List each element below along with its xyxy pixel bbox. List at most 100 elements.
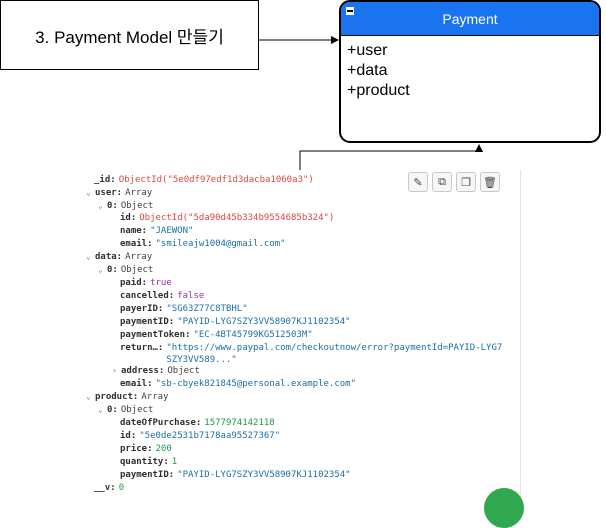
json-value: ObjectId("5e0df97edf1d3dacba1060a3") (118, 175, 314, 185)
edit-button[interactable]: ✎ (408, 172, 428, 192)
class-field-product: +product (347, 82, 410, 99)
json-row[interactable]: ⌄ 0: Object (98, 404, 153, 416)
json-row[interactable]: › address: Object (112, 365, 200, 377)
class-header: Payment (341, 2, 599, 36)
collapse-chevron-icon[interactable]: ⌄ (98, 404, 107, 416)
clone-icon: ❐ (461, 176, 471, 189)
json-row[interactable]: email: "sb-cbyek821845@personal.example.c… (120, 378, 356, 390)
json-value: ObjectId("5da90d45b334b9554685b324") (139, 213, 335, 223)
json-row[interactable]: payerID: "SG63Z77C8TBHL" (120, 303, 248, 315)
collapse-chevron-icon[interactable]: ⌄ (98, 264, 107, 276)
json-key: address: (121, 366, 165, 376)
json-key: paymentID: (120, 317, 175, 327)
json-value: "PAYID-LYG7SZY3VV58907KJ1102354" (177, 317, 351, 327)
json-row[interactable]: email: "smileajw1004@gmail.com" (120, 238, 286, 250)
edit-icon: ✎ (413, 176, 423, 189)
json-value: 1 (171, 457, 178, 467)
json-value: 1577974142118 (204, 418, 275, 428)
scrollbar[interactable] (520, 170, 521, 500)
json-key: _id: (94, 175, 116, 185)
json-row[interactable]: _id: ObjectId("5e0df97edf1d3dacba1060a3") (94, 174, 314, 186)
clone-button[interactable]: ❐ (456, 172, 476, 192)
viewer-to-class-arrow (299, 144, 483, 172)
class-title: Payment (442, 10, 498, 27)
json-value: "https://www.paypal.com/checkoutnow/erro… (166, 343, 503, 353)
json-row[interactable]: id: "5e0de2531b7178aa95527367" (120, 430, 280, 442)
json-row[interactable]: paymentID: "PAYID-LYG7SZY3VV58907KJ110235… (120, 316, 351, 328)
json-row[interactable]: cancelled: false (120, 290, 204, 302)
class-field-data: +data (347, 62, 388, 79)
json-key: return…: (120, 343, 164, 353)
json-key: 0: (107, 405, 118, 415)
json-value: Array (141, 392, 169, 402)
collapse-chevron-icon[interactable]: ⌄ (98, 200, 107, 212)
json-row[interactable]: paymentID: "PAYID-LYG7SZY3VV58907KJ110235… (120, 469, 351, 481)
json-key: payerID: (120, 304, 164, 314)
class-field-user: +user (347, 42, 388, 59)
expand-icon[interactable]: › (112, 365, 121, 377)
json-key: price: (120, 444, 153, 454)
collapse-chevron-icon[interactable]: ⌄ (86, 187, 95, 199)
copy-button[interactable]: ⧉ (432, 172, 452, 192)
collapse-chevron-icon[interactable]: ⌄ (86, 251, 95, 263)
json-key: quantity: (120, 457, 169, 467)
json-key: user: (95, 188, 123, 198)
json-value-continuation: SZY3VV589..." (166, 355, 237, 365)
json-row[interactable]: quantity: 1 (120, 456, 177, 468)
json-value: false (177, 291, 205, 301)
json-value: 0 (118, 483, 125, 493)
collapse-icon[interactable] (345, 6, 355, 16)
json-row[interactable]: ⌄ data: Array (86, 251, 152, 263)
json-value: "SG63Z77C8TBHL" (166, 304, 248, 314)
json-key: 0: (107, 201, 118, 211)
json-value: Object (167, 366, 200, 376)
json-key: cancelled: (120, 291, 175, 301)
step-label: 3. Payment Model 만들기 (35, 27, 224, 47)
json-key: data: (95, 252, 123, 262)
json-key: paymentToken: (120, 330, 191, 340)
collapse-chevron-icon[interactable]: ⌄ (86, 391, 95, 403)
json-value: "EC-4BT45799KG512503M" (193, 330, 313, 340)
json-row[interactable]: paid: true (120, 277, 172, 289)
json-document-viewer: _id: ObjectId("5e0df97edf1d3dacba1060a3")… (84, 170, 520, 500)
green-action-button[interactable] (484, 488, 524, 528)
copy-icon: ⧉ (438, 175, 446, 188)
json-key: 0: (107, 265, 118, 275)
json-key: email: (120, 239, 153, 249)
json-key: paid: (120, 278, 148, 288)
json-row[interactable]: ⌄ product: Array (86, 391, 168, 403)
json-row[interactable]: ⌄ 0: Object (98, 200, 153, 212)
json-row[interactable]: ⌄ user: Array (86, 187, 152, 199)
delete-icon: 🗑 (483, 176, 497, 189)
json-key: id: (120, 213, 137, 223)
json-row[interactable]: name: "JAEWON" (120, 225, 193, 237)
payment-class-box: Payment +user +data +product (339, 0, 601, 143)
json-row[interactable]: ⌄ 0: Object (98, 264, 153, 276)
json-row[interactable]: return…: "https://www.paypal.com/checkout… (120, 342, 502, 366)
json-row[interactable]: price: 200 (120, 443, 172, 455)
json-value: 200 (155, 444, 172, 454)
json-row[interactable]: paymentToken: "EC-4BT45799KG512503M" (120, 329, 313, 341)
json-value: "sb-cbyek821845@personal.example.com" (155, 379, 356, 389)
json-value: "PAYID-LYG7SZY3VV58907KJ1102354" (177, 470, 351, 480)
json-key: dateOfPurchase: (120, 418, 202, 428)
json-value: Array (125, 188, 153, 198)
json-key: __v: (94, 483, 116, 493)
json-row[interactable]: id: ObjectId("5da90d45b334b9554685b324") (120, 212, 334, 224)
json-key: product: (95, 392, 139, 402)
step-box: 3. Payment Model 만들기 (0, 0, 259, 70)
json-row[interactable]: __v: 0 (94, 482, 124, 494)
json-key: email: (120, 379, 153, 389)
json-value: Object (120, 201, 154, 211)
json-value: "5e0de2531b7178aa95527367" (139, 431, 281, 441)
json-key: id: (120, 431, 137, 441)
json-value: Object (120, 405, 154, 415)
json-value: "smileajw1004@gmail.com" (155, 239, 286, 249)
delete-button[interactable]: 🗑 (480, 172, 500, 192)
json-row[interactable]: dateOfPurchase: 1577974142118 (120, 417, 275, 429)
json-value: Object (120, 265, 154, 275)
json-key: name: (120, 226, 148, 236)
json-value: "JAEWON" (150, 226, 194, 236)
json-value: Array (125, 252, 153, 262)
json-key: paymentID: (120, 470, 175, 480)
